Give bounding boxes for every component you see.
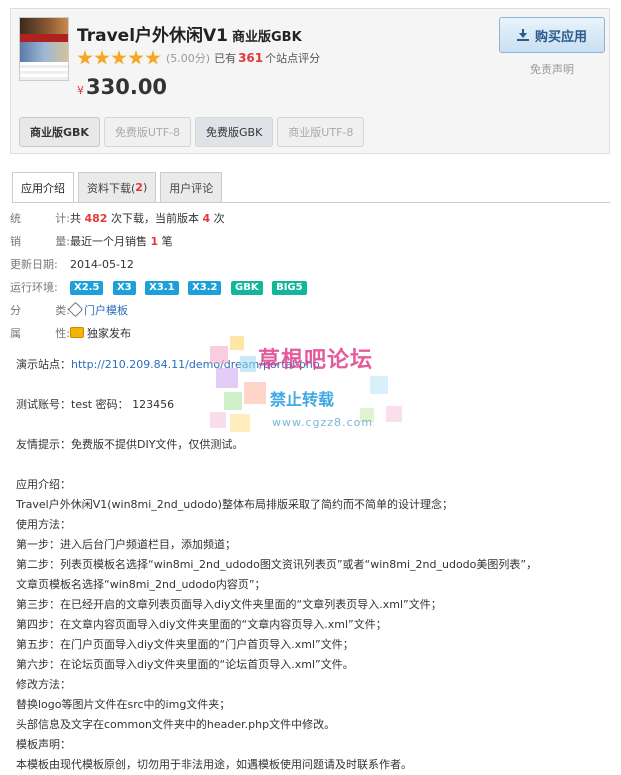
category-link[interactable]: 门户模板 — [67, 301, 128, 318]
star-icon — [94, 50, 110, 65]
app-page: Travel户外休闲V1 商业版GBK (5.00分) 已有 361 个站点评分 … — [0, 0, 621, 775]
test-account-line: 测试账号：test 密码： 123456 — [16, 398, 175, 411]
rating-prefix: 已有 — [214, 52, 237, 65]
info-row-env: 运行环境: X2.5 X3 X3.1 X3.2 GBK BIG5 — [10, 277, 313, 297]
tab-downloads-close: ) — [142, 181, 148, 194]
price-value: 330.00 — [86, 75, 168, 99]
download-count: 482 — [84, 212, 108, 225]
currency-symbol: ¥ — [77, 84, 84, 97]
product-title: Travel户外休闲V1 商业版GBK — [77, 21, 302, 46]
info-value-updated: 2014-05-12 — [70, 257, 134, 271]
tab-reviews[interactable]: 用户评论 — [160, 172, 223, 202]
info-label-category: 分类: — [10, 304, 70, 317]
edition-commercial-utf8[interactable]: 商业版UTF-8 — [277, 117, 365, 147]
info-label-stats: 统计: — [10, 212, 70, 225]
version-count: 4 — [202, 212, 211, 225]
edition-selector: 商业版GBK 免费版UTF-8 免费版GBK 商业版UTF-8 — [19, 117, 368, 147]
tab-divider — [12, 202, 610, 203]
product-name: Travel户外休闲V1 — [77, 26, 229, 46]
demo-url-link[interactable]: http://210.209.84.11/demo/dream/portal.p… — [71, 358, 320, 371]
usage-heading: 使用方法： — [16, 518, 71, 531]
product-thumbnail[interactable] — [19, 17, 69, 81]
intro-heading: 应用介绍： — [16, 478, 71, 491]
watermark: 草根吧论坛 禁止转载 www.cgzz8.com — [210, 336, 410, 436]
star-icon — [77, 50, 93, 65]
step-line: 第三步：在已经开启的文章列表页面导入diy文件夹里面的“文章列表页导入.xml”… — [16, 598, 442, 611]
info-row-category: 分类: 门户模板 — [10, 300, 128, 320]
edition-free-utf8[interactable]: 免费版UTF-8 — [103, 117, 192, 147]
info-label-env: 运行环境: — [10, 281, 58, 294]
intro-text: Travel户外休闲V1(win8mi_2nd_udodo)整体布局排版采取了简… — [16, 498, 453, 511]
info-value-attr: 独家发布 — [70, 325, 131, 341]
edition-free-gbk[interactable]: 免费版GBK — [195, 117, 274, 147]
info-value-sales: 最近一个月销售 1 笔 — [70, 235, 173, 248]
info-label-updated: 更新日期: — [10, 258, 58, 271]
star-icon — [128, 50, 144, 65]
info-value-stats: 共 482 次下载，当前版本 4 次 — [70, 212, 225, 225]
env-tag: GBK — [230, 280, 263, 295]
rating-score: (5.00分) — [166, 52, 211, 65]
tab-downloads[interactable]: 资料下载(2) — [78, 172, 157, 202]
tab-downloads-count: 2 — [135, 181, 143, 194]
info-row-attr: 属性: 独家发布 — [10, 323, 131, 343]
exclusive-badge-icon — [70, 327, 84, 338]
step-line: 第六步：在论坛页面导入diy文件夹里面的“论坛首页导入.xml”文件。 — [16, 658, 354, 671]
tab-downloads-label: 资料下载( — [87, 181, 136, 195]
step-line: 文章页模板名选择“win8mi_2nd_udodo内容页”； — [16, 578, 266, 591]
disclaimer-link[interactable]: 免责声明 — [499, 61, 605, 77]
rating-stars — [77, 50, 162, 66]
watermark-mosaic — [210, 336, 410, 436]
buy-button-label: 购买应用 — [534, 29, 587, 45]
tab-bar: 应用介绍 资料下载(2) 用户评论 — [12, 172, 226, 203]
info-label-attr: 属性: — [10, 327, 70, 340]
modify-line: 替换logo等图片文件在src中的img文件夹； — [16, 698, 231, 711]
tag-icon — [67, 301, 84, 318]
sales-count: 1 — [150, 235, 159, 248]
rating-count: 361 — [238, 51, 264, 65]
info-label-sales: 销量: — [10, 235, 70, 248]
env-tag: X3.2 — [188, 280, 222, 295]
statement-heading: 模板声明： — [16, 738, 71, 751]
info-row-sales: 销量: 最近一个月销售 1 笔 — [10, 231, 173, 251]
buy-button[interactable]: 购买应用 — [499, 17, 605, 53]
env-tag: X3.1 — [145, 280, 179, 295]
env-tag: BIG5 — [272, 280, 307, 295]
star-icon — [111, 50, 127, 65]
demo-site-line: 演示站点：http://210.209.84.11/demo/dream/por… — [16, 358, 320, 371]
modify-line: 头部信息及文字在common文件夹中的header.php文件中修改。 — [16, 718, 336, 731]
step-line: 第一步：进入后台门户频道栏目，添加频道； — [16, 538, 236, 551]
info-row-updated: 更新日期: 2014-05-12 — [10, 254, 134, 274]
step-line: 第五步：在门户页面导入diy文件夹里面的“门户首页导入.xml”文件； — [16, 638, 354, 651]
download-icon — [516, 29, 529, 41]
info-row-stats: 统计: 共 482 次下载，当前版本 4 次 — [10, 208, 225, 228]
product-header: Travel户外休闲V1 商业版GBK (5.00分) 已有 361 个站点评分 … — [10, 8, 610, 154]
star-icon — [145, 50, 161, 65]
statement-text: 本模板由现代模板原创，切勿用于非法用途，如遇模板使用问题请及时联系作者。 — [16, 758, 412, 771]
env-tags: X2.5 X3 X3.1 X3.2 GBK BIG5 — [70, 280, 313, 295]
rating-suffix: 个站点评分 — [265, 52, 321, 65]
env-tag: X2.5 — [70, 280, 104, 295]
rating-row: (5.00分) 已有 361 个站点评分 — [77, 49, 320, 67]
price: ¥330.00 — [77, 75, 167, 99]
env-tag: X3 — [112, 280, 136, 295]
step-line: 第四步：在文章内容页面导入diy文件夹里面的“文章内容页导入.xml”文件； — [16, 618, 387, 631]
tab-intro[interactable]: 应用介绍 — [12, 172, 74, 203]
watermark-subtitle: 禁止转载 — [270, 390, 335, 409]
watermark-url: www.cgzz8.com — [272, 416, 374, 429]
modify-heading: 修改方法： — [16, 678, 71, 691]
edition-commercial-gbk[interactable]: 商业版GBK — [19, 117, 100, 147]
product-edition: 商业版GBK — [232, 30, 302, 45]
notice-line: 友情提示：免费版不提供DIY文件，仅供测试。 — [16, 438, 244, 451]
step-line: 第二步：列表页模板名选择“win8mi_2nd_udodo图文资讯列表页”或者“… — [16, 558, 538, 571]
